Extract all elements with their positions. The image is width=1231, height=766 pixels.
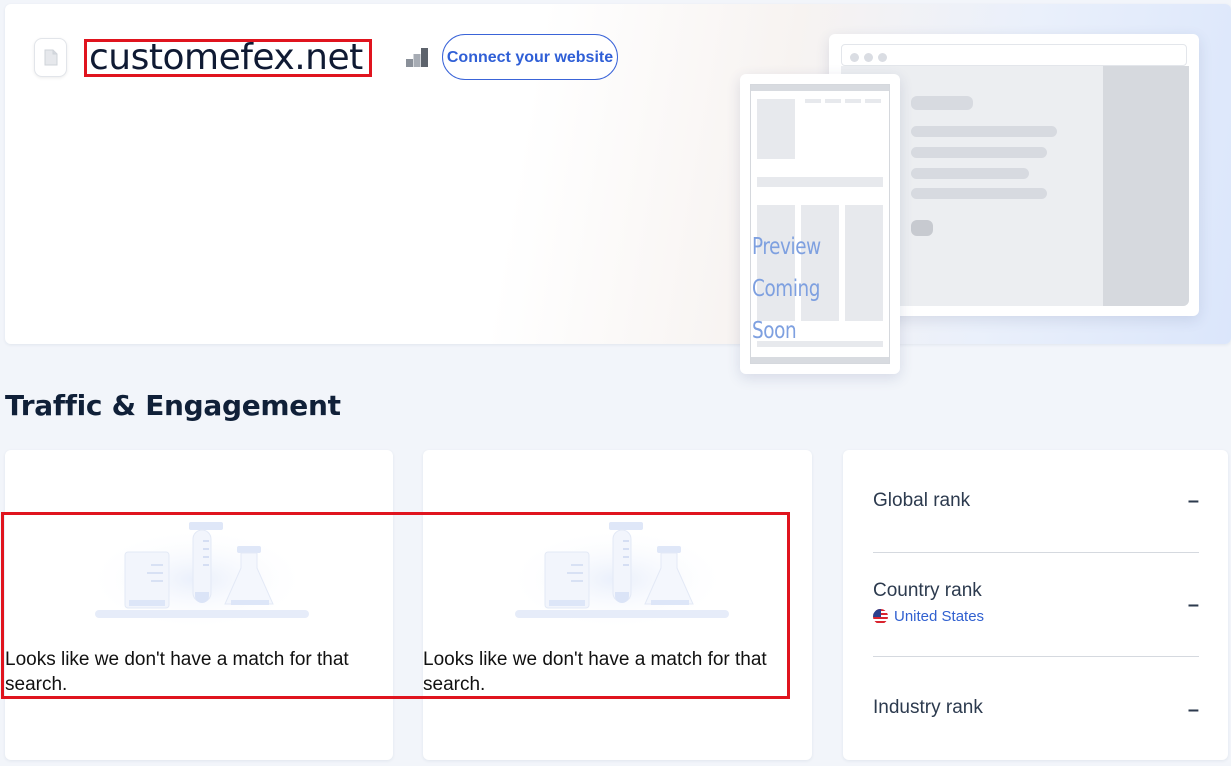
divider — [873, 656, 1199, 657]
preview-coming-soon-text: Preview Coming Soon — [752, 234, 821, 344]
traffic-card: Looks like we don't have a match for tha… — [5, 450, 393, 760]
rank-card: Global rank – Country rank – United Stat… — [843, 450, 1228, 760]
country-rank-label: Country rank — [873, 580, 982, 601]
global-rank-label: Global rank — [873, 490, 971, 511]
country-name: United States — [894, 608, 985, 625]
domain-title: customefex.net — [84, 39, 372, 77]
country-rank-row: Country rank – United States — [873, 580, 1199, 625]
window-dot-icon — [850, 53, 859, 62]
lab-beakers-icon — [85, 522, 309, 626]
site-favicon-icon — [34, 38, 67, 77]
empty-state-message: Looks like we don't have a match for tha… — [423, 649, 767, 695]
connect-website-button[interactable]: Connect your website — [442, 34, 618, 80]
window-dot-icon — [864, 53, 873, 62]
industry-rank-label: Industry rank — [873, 697, 983, 718]
section-title: Traffic & Engagement — [5, 389, 341, 422]
mobile-preview-mockup: Preview Coming Soon — [740, 74, 900, 374]
engagement-card: Looks like we don't have a match for tha… — [423, 450, 812, 760]
browser-toolbar — [841, 44, 1187, 66]
window-dot-icon — [878, 53, 887, 62]
global-rank-value: – — [1187, 490, 1199, 512]
country-link[interactable]: United States — [873, 608, 1199, 625]
divider — [873, 552, 1199, 553]
signal-bars-icon — [405, 47, 429, 67]
lab-beakers-icon — [505, 522, 729, 626]
industry-rank-row: Industry rank – — [873, 697, 1199, 721]
country-rank-value: – — [1187, 594, 1199, 616]
us-flag-icon — [873, 609, 888, 624]
global-rank-row: Global rank – — [873, 490, 1199, 512]
empty-state-message: Looks like we don't have a match for tha… — [5, 649, 349, 695]
industry-rank-value: – — [1187, 699, 1199, 721]
